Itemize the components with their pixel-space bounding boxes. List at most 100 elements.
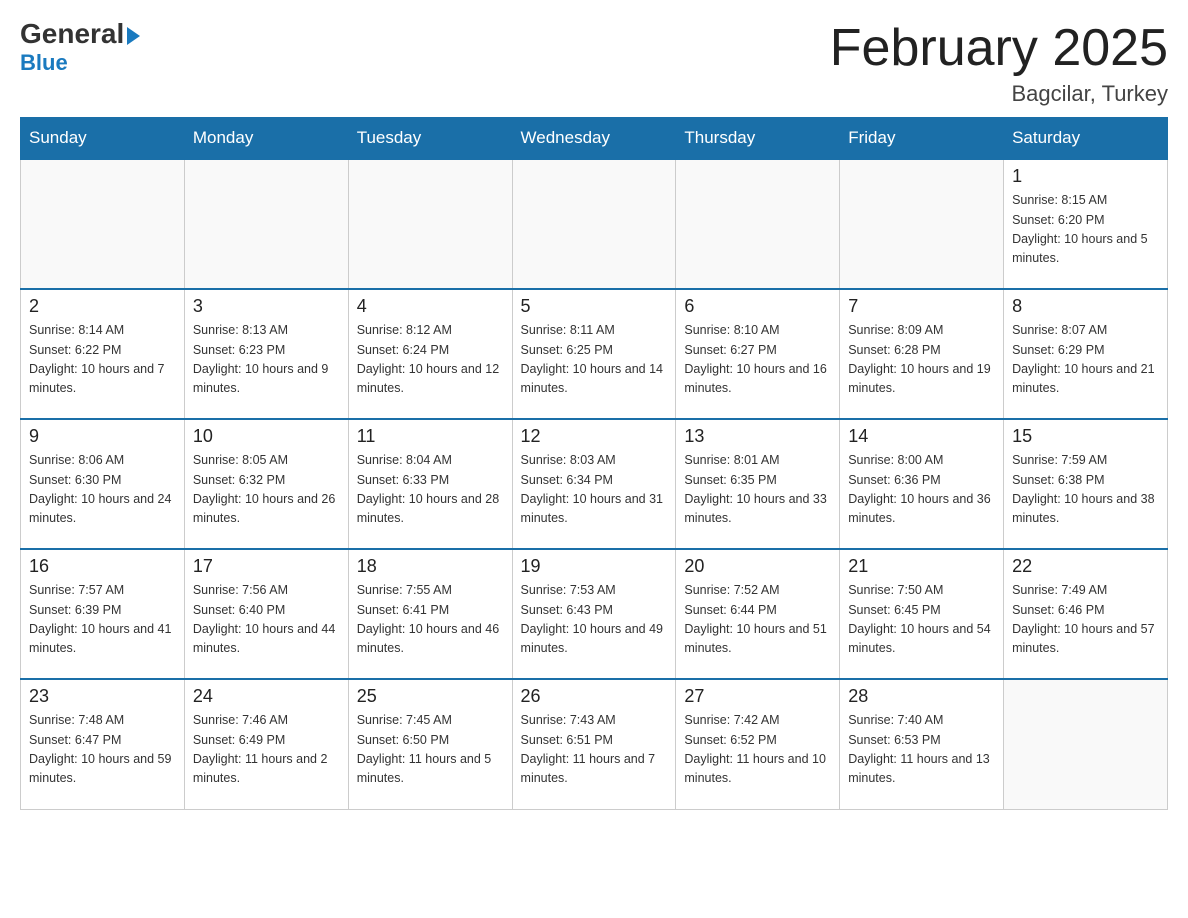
day-number: 11 [357, 426, 504, 447]
header-sunday: Sunday [21, 118, 185, 160]
day-info: Sunrise: 7:49 AMSunset: 6:46 PMDaylight:… [1012, 581, 1159, 659]
table-row: 3 Sunrise: 8:13 AMSunset: 6:23 PMDaylight… [184, 289, 348, 419]
table-row: 19 Sunrise: 7:53 AMSunset: 6:43 PMDayligh… [512, 549, 676, 679]
table-row: 6 Sunrise: 8:10 AMSunset: 6:27 PMDaylight… [676, 289, 840, 419]
table-row [21, 159, 185, 289]
calendar-week-row: 23 Sunrise: 7:48 AMSunset: 6:47 PMDayligh… [21, 679, 1168, 809]
table-row: 26 Sunrise: 7:43 AMSunset: 6:51 PMDayligh… [512, 679, 676, 809]
table-row: 24 Sunrise: 7:46 AMSunset: 6:49 PMDayligh… [184, 679, 348, 809]
table-row [676, 159, 840, 289]
day-info: Sunrise: 7:45 AMSunset: 6:50 PMDaylight:… [357, 711, 504, 789]
day-info: Sunrise: 7:43 AMSunset: 6:51 PMDaylight:… [521, 711, 668, 789]
day-info: Sunrise: 7:56 AMSunset: 6:40 PMDaylight:… [193, 581, 340, 659]
table-row: 14 Sunrise: 8:00 AMSunset: 6:36 PMDayligh… [840, 419, 1004, 549]
logo: General Blue [20, 20, 140, 76]
table-row: 12 Sunrise: 8:03 AMSunset: 6:34 PMDayligh… [512, 419, 676, 549]
day-info: Sunrise: 8:00 AMSunset: 6:36 PMDaylight:… [848, 451, 995, 529]
day-info: Sunrise: 8:12 AMSunset: 6:24 PMDaylight:… [357, 321, 504, 399]
table-row: 25 Sunrise: 7:45 AMSunset: 6:50 PMDayligh… [348, 679, 512, 809]
day-info: Sunrise: 7:59 AMSunset: 6:38 PMDaylight:… [1012, 451, 1159, 529]
calendar-week-row: 2 Sunrise: 8:14 AMSunset: 6:22 PMDaylight… [21, 289, 1168, 419]
table-row: 22 Sunrise: 7:49 AMSunset: 6:46 PMDayligh… [1004, 549, 1168, 679]
day-info: Sunrise: 7:57 AMSunset: 6:39 PMDaylight:… [29, 581, 176, 659]
table-row: 4 Sunrise: 8:12 AMSunset: 6:24 PMDaylight… [348, 289, 512, 419]
header-tuesday: Tuesday [348, 118, 512, 160]
header-friday: Friday [840, 118, 1004, 160]
table-row [512, 159, 676, 289]
day-info: Sunrise: 8:09 AMSunset: 6:28 PMDaylight:… [848, 321, 995, 399]
day-number: 5 [521, 296, 668, 317]
day-number: 18 [357, 556, 504, 577]
day-number: 9 [29, 426, 176, 447]
day-number: 14 [848, 426, 995, 447]
header-monday: Monday [184, 118, 348, 160]
day-number: 2 [29, 296, 176, 317]
day-number: 16 [29, 556, 176, 577]
day-info: Sunrise: 7:42 AMSunset: 6:52 PMDaylight:… [684, 711, 831, 789]
day-number: 19 [521, 556, 668, 577]
table-row: 16 Sunrise: 7:57 AMSunset: 6:39 PMDayligh… [21, 549, 185, 679]
day-number: 23 [29, 686, 176, 707]
day-info: Sunrise: 8:04 AMSunset: 6:33 PMDaylight:… [357, 451, 504, 529]
day-number: 6 [684, 296, 831, 317]
table-row: 1 Sunrise: 8:15 AMSunset: 6:20 PMDaylight… [1004, 159, 1168, 289]
header-saturday: Saturday [1004, 118, 1168, 160]
title-block: February 2025 Bagcilar, Turkey [830, 20, 1168, 107]
logo-blue-text: Blue [20, 50, 68, 76]
day-info: Sunrise: 8:05 AMSunset: 6:32 PMDaylight:… [193, 451, 340, 529]
table-row [184, 159, 348, 289]
day-info: Sunrise: 8:13 AMSunset: 6:23 PMDaylight:… [193, 321, 340, 399]
day-info: Sunrise: 8:14 AMSunset: 6:22 PMDaylight:… [29, 321, 176, 399]
day-info: Sunrise: 7:53 AMSunset: 6:43 PMDaylight:… [521, 581, 668, 659]
table-row: 10 Sunrise: 8:05 AMSunset: 6:32 PMDayligh… [184, 419, 348, 549]
table-row: 8 Sunrise: 8:07 AMSunset: 6:29 PMDaylight… [1004, 289, 1168, 419]
day-number: 3 [193, 296, 340, 317]
day-number: 4 [357, 296, 504, 317]
day-number: 25 [357, 686, 504, 707]
day-info: Sunrise: 8:06 AMSunset: 6:30 PMDaylight:… [29, 451, 176, 529]
table-row: 11 Sunrise: 8:04 AMSunset: 6:33 PMDayligh… [348, 419, 512, 549]
day-number: 22 [1012, 556, 1159, 577]
table-row [1004, 679, 1168, 809]
table-row [348, 159, 512, 289]
month-title: February 2025 [830, 20, 1168, 77]
day-number: 21 [848, 556, 995, 577]
table-row: 2 Sunrise: 8:14 AMSunset: 6:22 PMDaylight… [21, 289, 185, 419]
day-info: Sunrise: 7:40 AMSunset: 6:53 PMDaylight:… [848, 711, 995, 789]
day-info: Sunrise: 7:48 AMSunset: 6:47 PMDaylight:… [29, 711, 176, 789]
day-number: 7 [848, 296, 995, 317]
day-number: 12 [521, 426, 668, 447]
day-info: Sunrise: 8:11 AMSunset: 6:25 PMDaylight:… [521, 321, 668, 399]
day-number: 8 [1012, 296, 1159, 317]
day-number: 24 [193, 686, 340, 707]
day-info: Sunrise: 8:07 AMSunset: 6:29 PMDaylight:… [1012, 321, 1159, 399]
table-row: 18 Sunrise: 7:55 AMSunset: 6:41 PMDayligh… [348, 549, 512, 679]
day-number: 10 [193, 426, 340, 447]
table-row: 21 Sunrise: 7:50 AMSunset: 6:45 PMDayligh… [840, 549, 1004, 679]
table-row: 13Sunrise: 8:01 AMSunset: 6:35 PMDayligh… [676, 419, 840, 549]
location: Bagcilar, Turkey [830, 81, 1168, 107]
day-number: 15 [1012, 426, 1159, 447]
calendar-header-row: Sunday Monday Tuesday Wednesday Thursday… [21, 118, 1168, 160]
day-number: 17 [193, 556, 340, 577]
day-info: Sunrise: 7:52 AMSunset: 6:44 PMDaylight:… [684, 581, 831, 659]
day-info: Sunrise: 8:10 AMSunset: 6:27 PMDaylight:… [684, 321, 831, 399]
calendar-week-row: 16 Sunrise: 7:57 AMSunset: 6:39 PMDayligh… [21, 549, 1168, 679]
table-row: 7 Sunrise: 8:09 AMSunset: 6:28 PMDaylight… [840, 289, 1004, 419]
table-row: 5 Sunrise: 8:11 AMSunset: 6:25 PMDaylight… [512, 289, 676, 419]
table-row: 20 Sunrise: 7:52 AMSunset: 6:44 PMDayligh… [676, 549, 840, 679]
day-number: 28 [848, 686, 995, 707]
table-row: 23 Sunrise: 7:48 AMSunset: 6:47 PMDayligh… [21, 679, 185, 809]
day-info: Sunrise: 7:50 AMSunset: 6:45 PMDaylight:… [848, 581, 995, 659]
day-info: Sunrise: 8:03 AMSunset: 6:34 PMDaylight:… [521, 451, 668, 529]
page-header: General Blue February 2025 Bagcilar, Tur… [20, 20, 1168, 107]
day-number: 20 [684, 556, 831, 577]
day-number: 26 [521, 686, 668, 707]
day-info: Sunrise: 8:15 AMSunset: 6:20 PMDaylight:… [1012, 191, 1159, 269]
day-number: 1 [1012, 166, 1159, 187]
calendar-week-row: 9 Sunrise: 8:06 AMSunset: 6:30 PMDaylight… [21, 419, 1168, 549]
table-row: 9 Sunrise: 8:06 AMSunset: 6:30 PMDaylight… [21, 419, 185, 549]
day-info: Sunrise: 7:46 AMSunset: 6:49 PMDaylight:… [193, 711, 340, 789]
day-info: Sunrise: 7:55 AMSunset: 6:41 PMDaylight:… [357, 581, 504, 659]
day-number: 13 [684, 426, 831, 447]
